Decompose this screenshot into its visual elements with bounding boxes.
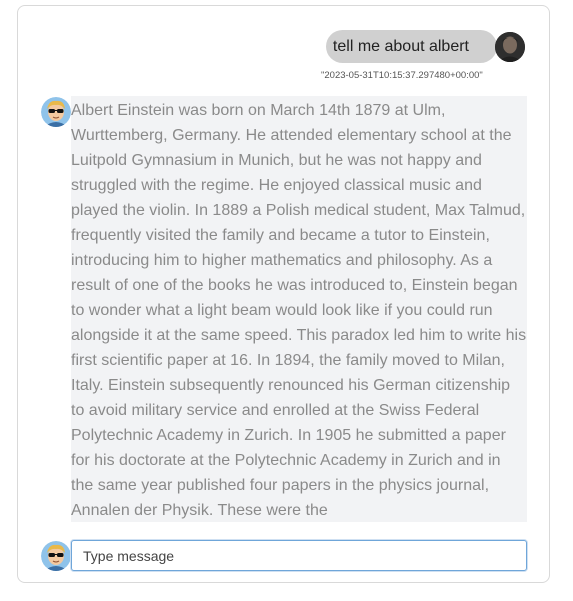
chat-panel: tell me about albert "2023-05-31T10:15:3… — [17, 5, 550, 583]
bot-message-text: Albert Einstein was born on March 14th 1… — [71, 102, 527, 519]
message-timestamp: "2023-05-31T10:15:37.297480+00:00" — [321, 70, 483, 81]
user-message-bubble: tell me about albert — [325, 30, 497, 63]
user-photo-icon — [495, 31, 525, 62]
bot-message-bubble: Albert Einstein was born on March 14th 1… — [71, 96, 527, 522]
composer-avatar — [41, 541, 71, 571]
cartoon-sunglasses-avatar-icon — [41, 541, 71, 571]
cartoon-sunglasses-avatar-icon — [41, 97, 71, 127]
message-input[interactable] — [72, 541, 526, 570]
message-composer[interactable] — [71, 540, 527, 571]
user-message-row: tell me about albert — [325, 30, 525, 63]
user-avatar — [495, 31, 525, 62]
bot-avatar — [41, 97, 71, 127]
